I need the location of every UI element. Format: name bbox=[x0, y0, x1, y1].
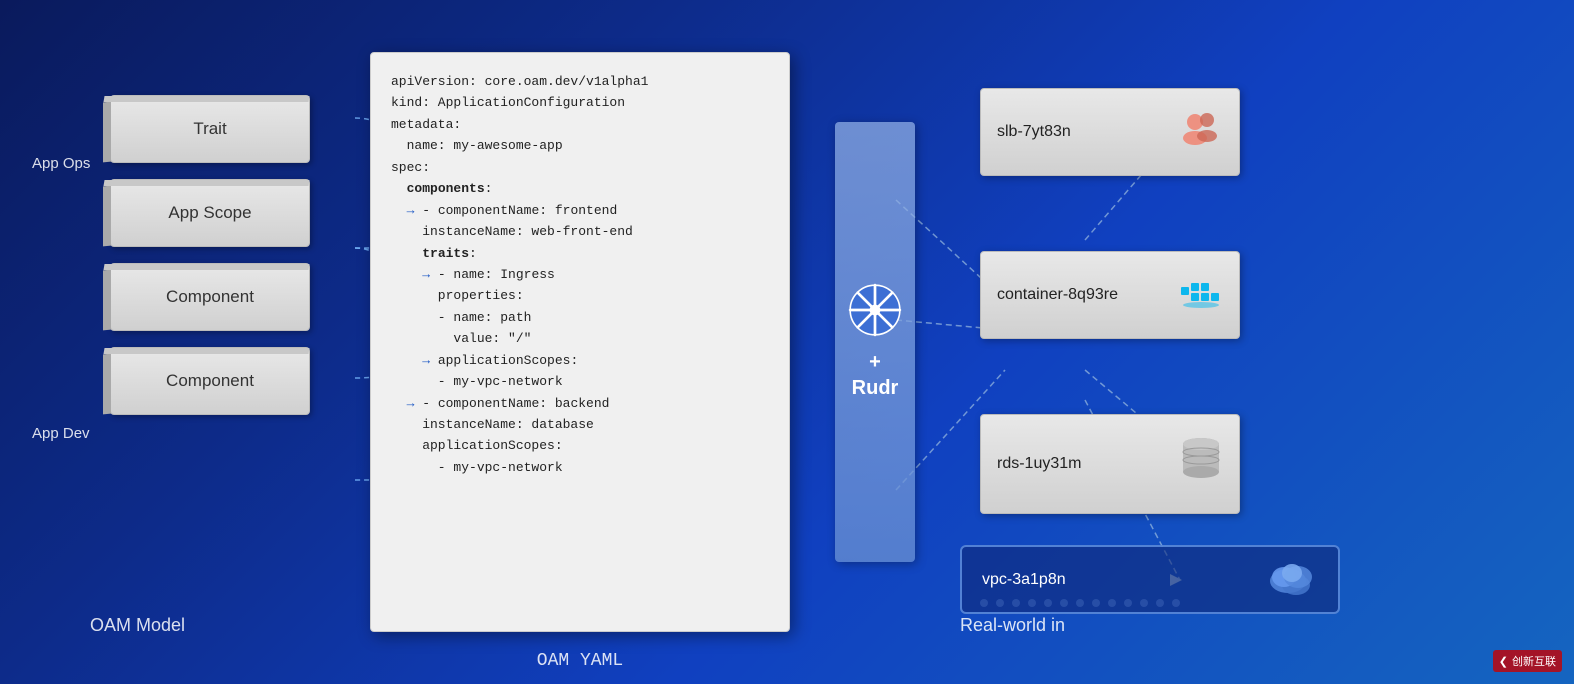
container-name: container-8q93re bbox=[997, 286, 1118, 304]
yaml-section: apiVersion: core.oam.dev/v1alpha1 kind: … bbox=[370, 52, 790, 632]
oam-model-section: App Ops App Dev Trait App Scope Componen… bbox=[0, 20, 360, 664]
yaml-line-4: name: my-awesome-app bbox=[391, 135, 769, 156]
main-container: App Ops App Dev Trait App Scope Componen… bbox=[0, 0, 1574, 684]
yaml-line-18: applicationScopes: bbox=[391, 435, 769, 456]
component-2-box: Component bbox=[110, 347, 310, 415]
slb-resource-box: slb-7yt83n bbox=[980, 88, 1240, 176]
plus-label: + bbox=[869, 351, 881, 373]
yaml-line-19: - my-vpc-network bbox=[391, 457, 769, 478]
component-1-box: Component bbox=[110, 263, 310, 331]
k8s-rudr-label: + Rudr bbox=[852, 349, 899, 401]
rds-name: rds-1uy31m bbox=[997, 455, 1081, 473]
rudr-label: Rudr bbox=[852, 377, 899, 399]
realworld-section-label: Real-world in bbox=[960, 615, 1065, 636]
yaml-line-11: properties: bbox=[391, 285, 769, 306]
app-ops-label: App Ops bbox=[32, 155, 90, 172]
vpc-box: vpc-3a1p8n bbox=[960, 545, 1340, 614]
trait-box: Trait bbox=[110, 95, 310, 163]
app-scope-label: App Scope bbox=[168, 203, 251, 223]
kubernetes-icon bbox=[848, 283, 902, 337]
model-boxes-container: Trait App Scope Component Component bbox=[110, 95, 310, 415]
vpc-container: vpc-3a1p8n bbox=[960, 545, 1340, 614]
component-2-label: Component bbox=[166, 371, 254, 391]
yaml-line-10: → - name: Ingress bbox=[391, 264, 769, 285]
yaml-line-3: metadata: bbox=[391, 114, 769, 135]
yaml-line-17: instanceName: database bbox=[391, 414, 769, 435]
app-dev-label: App Dev bbox=[32, 425, 90, 442]
app-scope-box: App Scope bbox=[110, 179, 310, 247]
rds-icon bbox=[1179, 434, 1223, 494]
yaml-line-5: spec: bbox=[391, 157, 769, 178]
yaml-line-7: → - componentName: frontend bbox=[391, 200, 769, 221]
yaml-line-16: → - componentName: backend bbox=[391, 393, 769, 414]
vpc-cloud-icon bbox=[1266, 559, 1318, 600]
yaml-line-14: → applicationScopes: bbox=[391, 350, 769, 371]
realworld-section: slb-7yt83n container-8q93re bbox=[940, 20, 1574, 664]
oam-model-label: OAM Model bbox=[90, 615, 185, 636]
yaml-line-15: - my-vpc-network bbox=[391, 371, 769, 392]
yaml-line-1: apiVersion: core.oam.dev/v1alpha1 bbox=[391, 71, 769, 92]
vpc-name: vpc-3a1p8n bbox=[982, 571, 1066, 589]
k8s-panel: + Rudr bbox=[835, 122, 915, 562]
slb-name: slb-7yt83n bbox=[997, 123, 1071, 141]
component-1-label: Component bbox=[166, 287, 254, 307]
k8s-section: + Rudr bbox=[810, 122, 940, 562]
slb-icon bbox=[1179, 110, 1223, 154]
yaml-line-13: value: "/" bbox=[391, 328, 769, 349]
rds-resource-box: rds-1uy31m bbox=[980, 414, 1240, 514]
container-icon bbox=[1179, 273, 1223, 317]
yaml-line-2: kind: ApplicationConfiguration bbox=[391, 92, 769, 113]
trait-label: Trait bbox=[193, 119, 226, 139]
yaml-line-8: instanceName: web-front-end bbox=[391, 221, 769, 242]
yaml-line-9: traits: bbox=[391, 243, 769, 264]
yaml-line-12: - name: path bbox=[391, 307, 769, 328]
container-resource-box: container-8q93re bbox=[980, 251, 1240, 339]
yaml-section-label: OAM YAML bbox=[537, 647, 623, 677]
yaml-line-6: components: bbox=[391, 178, 769, 199]
